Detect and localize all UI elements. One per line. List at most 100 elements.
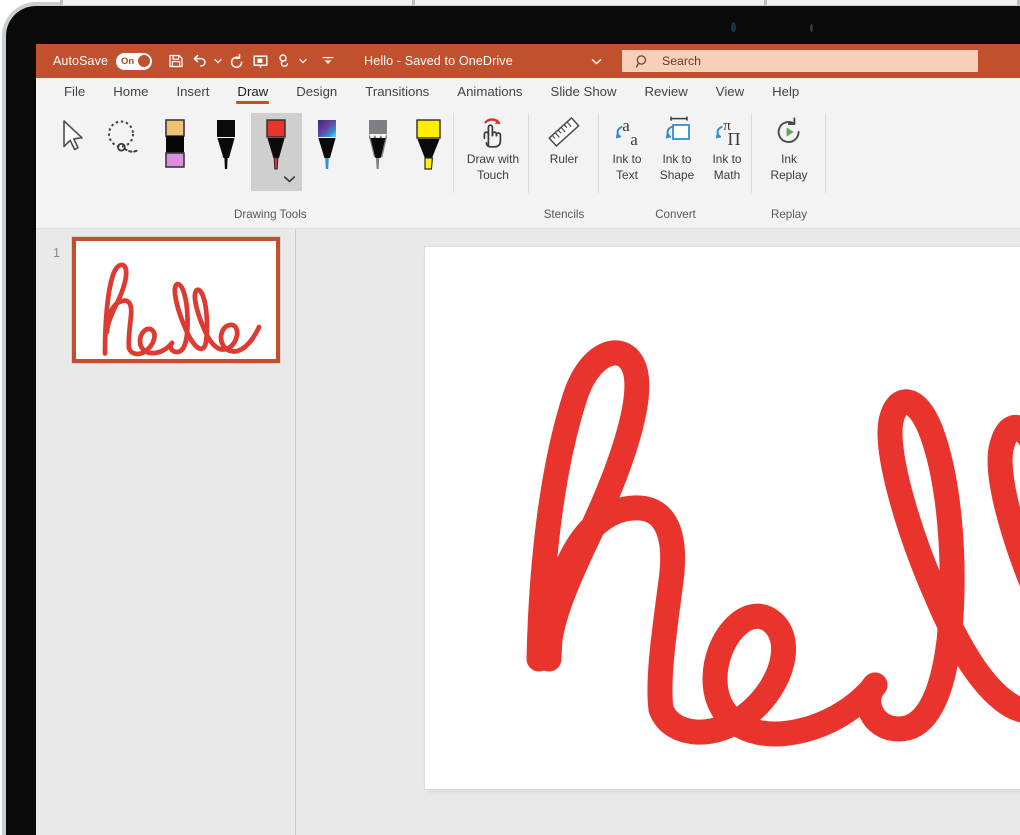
autosave-label: AutoSave xyxy=(53,54,108,68)
ink-to-shape-icon xyxy=(659,114,695,150)
start-presentation-button[interactable] xyxy=(249,48,272,74)
search-box[interactable]: Search xyxy=(622,50,978,72)
tab-animations[interactable]: Animations xyxy=(443,78,536,105)
undo-button[interactable] xyxy=(188,48,211,74)
ink-replay-label-1: Ink xyxy=(781,152,797,166)
title-bar: AutoSave On xyxy=(36,44,1020,78)
title-chevron-down-icon[interactable] xyxy=(591,52,602,70)
ribbon-group-touch: Draw with Touch xyxy=(454,105,529,228)
autosave-toggle[interactable]: On xyxy=(116,53,152,70)
touch-pen-mode-button[interactable] xyxy=(273,48,296,74)
quick-access-toolbar xyxy=(164,48,339,74)
pen-red-icon xyxy=(263,119,289,175)
slide-thumbnail-ink xyxy=(76,241,276,359)
slide-canvas-area[interactable] xyxy=(296,229,1020,835)
ink-to-shape-button[interactable]: Ink to Shape xyxy=(652,105,702,182)
ink-to-shape-label-2: Shape xyxy=(660,168,694,182)
ink-to-text-label-2: Text xyxy=(616,168,638,182)
ink-to-math-label-2: Math xyxy=(714,168,740,182)
svg-text:Π: Π xyxy=(728,129,741,149)
tab-transitions[interactable]: Transitions xyxy=(351,78,443,105)
ink-to-math-button[interactable]: π Π Ink to Math xyxy=(702,105,752,182)
tab-design[interactable]: Design xyxy=(282,78,351,105)
draw-with-touch-button[interactable]: Draw with Touch xyxy=(456,105,530,182)
ribbon-group-stencils: Ruler Stencils xyxy=(529,105,599,228)
editor-body: 1 xyxy=(36,229,1020,835)
redo-button[interactable] xyxy=(225,48,248,74)
ink-replay-label-2: Replay xyxy=(770,168,807,182)
lasso-select-tool[interactable] xyxy=(99,113,150,191)
ink-to-math-label-1: Ink to xyxy=(712,152,741,166)
draw-with-touch-label-1: Draw with xyxy=(467,152,519,166)
tab-view[interactable]: View xyxy=(702,78,758,105)
screenshot-root: AutoSave On xyxy=(0,0,1020,835)
search-input-placeholder: Search xyxy=(662,54,701,68)
ink-replay-button[interactable]: Ink Replay xyxy=(758,105,820,182)
pen-options-chevron-down-icon[interactable] xyxy=(283,170,296,188)
pen-red-tool[interactable] xyxy=(251,113,302,191)
tab-help[interactable]: Help xyxy=(758,78,813,105)
ink-to-math-icon: π Π xyxy=(709,114,745,150)
svg-text:a: a xyxy=(622,116,630,135)
ruler-button[interactable]: Ruler xyxy=(533,105,595,166)
eraser-tool[interactable] xyxy=(150,113,201,191)
device-top-edge xyxy=(60,0,1020,5)
ribbon-group-label-replay: Replay xyxy=(752,208,826,221)
slide-thumbnail[interactable] xyxy=(72,237,280,363)
document-title: Hello - Saved to OneDrive xyxy=(364,54,513,68)
sensor-icon xyxy=(810,24,813,32)
pen-black-tool[interactable] xyxy=(200,113,251,191)
tab-home[interactable]: Home xyxy=(99,78,162,105)
tab-file[interactable]: File xyxy=(50,78,99,105)
customize-toolbar-button[interactable] xyxy=(316,48,339,74)
ribbon-group-replay: Ink Replay Replay xyxy=(752,105,826,228)
ribbon-group-label-convert: Convert xyxy=(599,208,752,221)
ribbon-group-label-drawing-tools: Drawing Tools xyxy=(234,208,454,221)
tab-draw[interactable]: Draw xyxy=(223,78,282,105)
pencil-tool[interactable] xyxy=(353,113,404,191)
tab-draw-label: Draw xyxy=(237,84,268,99)
autosave-state-label: On xyxy=(121,56,134,67)
powerpoint-window: AutoSave On xyxy=(36,44,1020,835)
svg-text:a: a xyxy=(630,130,638,149)
tab-draw-active-underline xyxy=(236,101,269,104)
autosave-toggle-knob xyxy=(138,55,150,67)
ribbon-group-convert: a a Ink to Text xyxy=(599,105,752,228)
tab-insert[interactable]: Insert xyxy=(162,78,223,105)
ribbon-group-drawing-tools: Drawing Tools xyxy=(36,105,454,228)
ruler-icon xyxy=(547,114,581,150)
slide-list-item[interactable]: 1 xyxy=(36,235,295,371)
ruler-label: Ruler xyxy=(550,152,578,166)
highlighter-tool[interactable] xyxy=(403,113,454,191)
slide-number: 1 xyxy=(53,246,60,260)
save-button[interactable] xyxy=(164,48,187,74)
ink-to-text-icon: a a xyxy=(609,114,645,150)
pencil-gray-icon xyxy=(365,119,391,175)
ribbon: Drawing Tools xyxy=(36,105,1020,229)
camera-icon xyxy=(731,22,736,32)
eraser-icon xyxy=(163,119,187,171)
ribbon-group-label-stencils: Stencils xyxy=(529,208,599,221)
tab-slide-show[interactable]: Slide Show xyxy=(537,78,631,105)
slide-ink-drawing xyxy=(499,339,1020,789)
highlighter-yellow-icon xyxy=(414,119,444,175)
undo-dropdown[interactable] xyxy=(212,48,224,74)
touch-pen-dropdown[interactable] xyxy=(297,48,309,74)
search-icon xyxy=(635,54,650,69)
pen-rainbow-tool[interactable] xyxy=(302,113,353,191)
ink-to-shape-label-1: Ink to xyxy=(662,152,691,166)
tab-review[interactable]: Review xyxy=(631,78,702,105)
pen-galaxy-icon xyxy=(314,119,340,175)
slide-thumbnail-pane[interactable]: 1 xyxy=(36,229,295,835)
hand-draw-icon xyxy=(476,114,510,150)
draw-with-touch-label-2: Touch xyxy=(477,168,509,182)
cursor-arrow-icon xyxy=(60,119,86,153)
select-objects-tool[interactable] xyxy=(48,113,99,191)
lasso-select-icon xyxy=(103,119,145,157)
ink-replay-icon xyxy=(772,114,806,150)
ink-to-text-button[interactable]: a a Ink to Text xyxy=(602,105,652,182)
drawing-tools-gallery xyxy=(36,105,454,191)
ink-to-text-label-1: Ink to xyxy=(612,152,641,166)
slide-canvas[interactable] xyxy=(425,247,1020,789)
pen-black-icon xyxy=(213,119,239,175)
